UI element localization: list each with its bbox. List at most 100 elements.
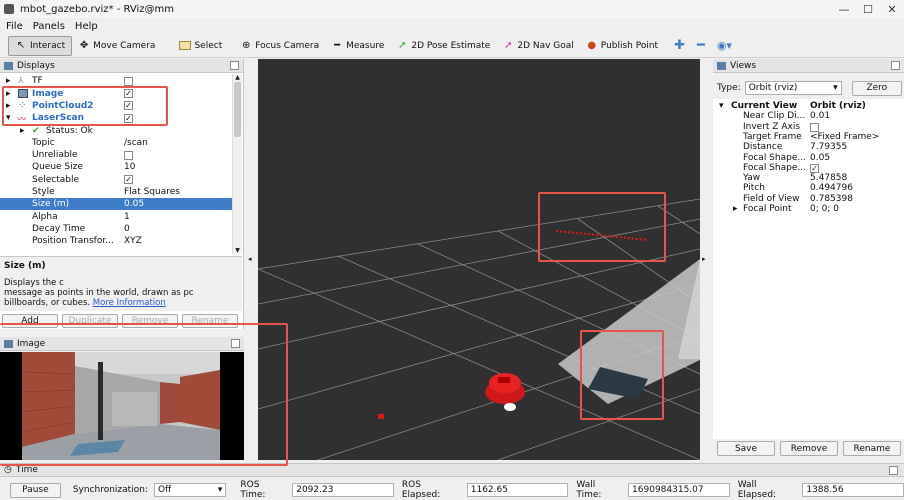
prop-value[interactable]: XYZ xyxy=(124,236,142,246)
prop-row-topic[interactable]: Topic/scan xyxy=(0,137,232,149)
expand-arrow-icon[interactable]: ▸ xyxy=(20,126,25,136)
current-view-row[interactable]: ▾ Current View Orbit (rviz) xyxy=(713,101,893,111)
2d-nav-goal-tool[interactable]: ➚ 2D Nav Goal xyxy=(496,36,579,56)
prop-value[interactable]: Flat Squares xyxy=(124,187,180,197)
prop-row-position-transformer[interactable]: Position Transfor... XYZ xyxy=(0,235,232,247)
current-view-value: Orbit (rviz) xyxy=(810,101,866,111)
displays-icon xyxy=(4,61,13,70)
measure-tool[interactable]: ━ Measure xyxy=(325,36,390,56)
prop-row-queue-size[interactable]: Queue Size 10 xyxy=(0,161,232,173)
view-prop-row[interactable]: Field of View 0.785398 xyxy=(713,194,893,204)
close-button[interactable]: ✕ xyxy=(880,3,904,16)
view-prop-value[interactable]: 0; 0; 0 xyxy=(810,204,839,214)
minimize-button[interactable]: — xyxy=(832,3,856,16)
focus-camera-tool[interactable]: ⊕ Focus Camera xyxy=(234,36,325,56)
window-title: mbot_gazebo.rviz* - RViz@mm xyxy=(20,3,175,15)
pause-button[interactable]: Pause xyxy=(10,482,61,498)
camera-type-button[interactable]: ◉▾ xyxy=(711,36,738,56)
view-prop-row[interactable]: Target Frame <Fixed Frame> xyxy=(713,132,893,142)
view-prop-row[interactable]: Focal Shape... 0.05 xyxy=(713,153,893,163)
focal-shape-checkbox[interactable]: ✓ xyxy=(810,163,819,173)
view-prop-value[interactable]: 0.785398 xyxy=(810,194,853,204)
scroll-up-icon[interactable]: ▲ xyxy=(233,74,242,81)
menu-help[interactable]: Help xyxy=(75,21,98,32)
ros-time-field[interactable]: 2092.23 xyxy=(292,483,394,497)
zero-button[interactable]: Zero xyxy=(851,80,902,96)
remove-tool-button[interactable]: ━ xyxy=(691,36,711,56)
view-prop-value[interactable]: 5.47858 xyxy=(810,173,847,183)
wall-elapsed-field[interactable]: 1388.56 xyxy=(802,483,904,497)
tf-checkbox[interactable] xyxy=(124,76,133,86)
view-prop-value[interactable]: 0.05 xyxy=(810,153,830,163)
expand-arrow-icon[interactable]: ▸ xyxy=(733,204,738,214)
prop-row-selectable[interactable]: Selectable ✓ xyxy=(0,174,232,186)
scroll-down-icon[interactable]: ▼ xyxy=(233,247,242,254)
prop-row-size[interactable]: Size (m) 0.05 xyxy=(0,198,232,211)
sync-select[interactable]: Off ▾ xyxy=(153,483,227,497)
menu-panels[interactable]: Panels xyxy=(33,21,65,32)
view-prop-value[interactable]: 0.01 xyxy=(810,111,830,121)
goal-marker xyxy=(378,414,384,419)
title-bar: mbot_gazebo.rviz* - RViz@mm — ☐ ✕ xyxy=(0,0,904,18)
view-prop-row[interactable]: Invert Z Axis xyxy=(713,122,893,132)
remove-view-button[interactable]: Remove xyxy=(780,441,838,456)
view-prop-row[interactable]: Distance 7.79355 xyxy=(713,142,893,152)
2d-pose-estimate-tool[interactable]: ➚ 2D Pose Estimate xyxy=(390,36,496,56)
view-prop-value[interactable]: 0.494796 xyxy=(810,183,853,193)
clock-icon: ◷ xyxy=(4,465,12,475)
view-prop-value[interactable]: <Fixed Frame> xyxy=(810,132,879,142)
scroll-thumb[interactable] xyxy=(234,82,241,137)
left-collapse-icon[interactable]: ◂ xyxy=(248,255,252,263)
view-type-select[interactable]: Orbit (rviz) ▾ xyxy=(744,81,842,95)
prop-value[interactable]: 1 xyxy=(124,212,130,222)
move-camera-label: Move Camera xyxy=(93,40,156,51)
tree-scrollbar[interactable]: ▲ ▼ xyxy=(232,74,242,254)
view-prop-row[interactable]: Yaw 5.47858 xyxy=(713,173,893,183)
prop-value[interactable]: 0.05 xyxy=(124,199,144,209)
views-float-toggle[interactable] xyxy=(891,61,900,70)
pose-estimate-label: 2D Pose Estimate xyxy=(411,40,491,51)
time-float-toggle[interactable] xyxy=(889,465,898,475)
prop-value[interactable]: 10 xyxy=(124,162,135,172)
cursor-icon: ↖ xyxy=(16,39,26,51)
select-tool[interactable]: Select xyxy=(173,36,228,56)
prop-row-decay-time[interactable]: Decay Time 0 xyxy=(0,223,232,235)
interact-tool[interactable]: ↖ Interact xyxy=(8,35,73,56)
prop-row-alpha[interactable]: Alpha 1 xyxy=(0,211,232,223)
prop-value[interactable]: /scan xyxy=(124,138,148,148)
displays-float-toggle[interactable] xyxy=(230,61,239,70)
pin-icon: ● xyxy=(587,39,597,51)
rename-view-button[interactable]: Rename xyxy=(843,441,901,456)
prop-row-unreliable[interactable]: Unreliable xyxy=(0,149,232,161)
invert-z-checkbox[interactable] xyxy=(810,122,819,132)
right-collapse-icon[interactable]: ▸ xyxy=(702,255,706,263)
prop-value[interactable]: 0 xyxy=(124,224,130,234)
view-prop-row[interactable]: Near Clip Di... 0.01 xyxy=(713,111,893,121)
type-label: Type: xyxy=(717,83,741,93)
focus-camera-label: Focus Camera xyxy=(255,40,320,51)
ros-elapsed-field[interactable]: 1162.65 xyxy=(466,483,569,497)
wall-time-field[interactable]: 1690984315.07 xyxy=(628,483,730,497)
save-view-button[interactable]: Save xyxy=(717,441,775,456)
green-arrow-icon: ➚ xyxy=(398,39,407,51)
view-prop-name: Field of View xyxy=(743,193,800,204)
add-tool-button[interactable]: ✚ xyxy=(668,36,691,56)
publish-point-tool[interactable]: ● Publish Point xyxy=(580,36,664,56)
unreliable-checkbox[interactable] xyxy=(124,150,133,160)
more-information-link[interactable]: More Information xyxy=(93,298,166,308)
view-prop-row[interactable]: Focal Shape... ✓ xyxy=(713,163,893,173)
menu-file[interactable]: File xyxy=(6,21,23,32)
view-prop-name: Focal Shape... xyxy=(743,162,806,173)
selectable-checkbox[interactable]: ✓ xyxy=(124,175,133,185)
highlight-box-displays xyxy=(2,86,168,126)
view-prop-row[interactable]: Pitch 0.494796 xyxy=(713,183,893,193)
maximize-button[interactable]: ☐ xyxy=(856,3,880,16)
tree-row-status[interactable]: ▸ ✔ Status: Ok xyxy=(0,124,232,136)
view-prop-value[interactable]: 7.79355 xyxy=(810,142,847,152)
view-prop-row[interactable]: ▸ Focal Point 0; 0; 0 xyxy=(713,204,893,214)
collapse-arrow-icon[interactable]: ▾ xyxy=(719,101,724,111)
publish-point-label: Publish Point xyxy=(600,40,659,51)
move-camera-tool[interactable]: ✥ Move Camera xyxy=(72,36,161,56)
prop-row-style[interactable]: Style Flat Squares xyxy=(0,186,232,198)
expand-arrow-icon[interactable]: ▸ xyxy=(6,76,11,86)
